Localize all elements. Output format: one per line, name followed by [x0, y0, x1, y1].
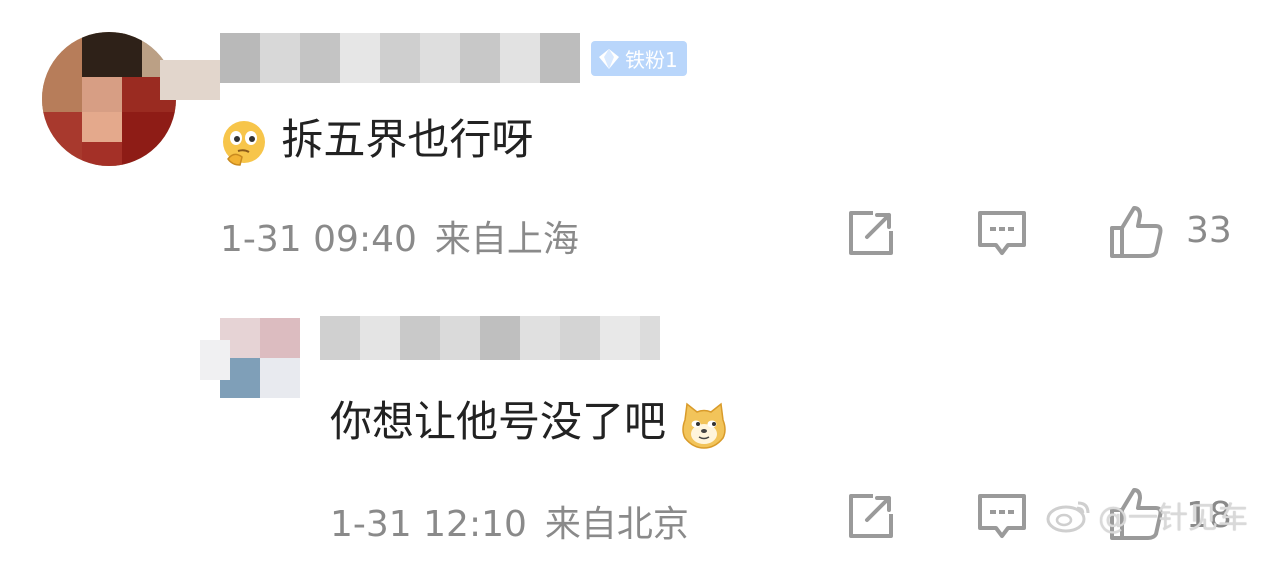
thinking-face-emoji [223, 120, 265, 166]
share-icon[interactable] [845, 490, 897, 542]
reply-avatar[interactable] [220, 318, 300, 398]
reply-text: 你想让他号没了吧 [330, 397, 667, 446]
thumbs-up-icon[interactable] [1108, 204, 1164, 260]
reply-time: 1-31 12:10 [330, 504, 527, 545]
watermark-text: @一针见车 [1098, 501, 1248, 536]
username-overflow-blur [160, 60, 220, 100]
badge-label: 铁粉1 [625, 48, 678, 72]
watermark: @一针见车 [1046, 493, 1248, 537]
reply-avatar-blur [200, 340, 230, 380]
reply-username[interactable] [320, 316, 660, 360]
comment-icon[interactable] [976, 207, 1028, 259]
comment-icon[interactable] [976, 490, 1028, 542]
comment-meta: 1-31 09:40 来自上海 [220, 210, 597, 262]
comment-location: 来自上海 [434, 219, 579, 260]
fan-badge: 铁粉1 [591, 41, 687, 76]
avatar[interactable] [42, 32, 176, 166]
like-count: 33 [1186, 210, 1232, 251]
reply-meta: 1-31 12:10 来自北京 [330, 495, 707, 547]
comment-time: 1-31 09:40 [220, 219, 417, 260]
comment-text: 拆五界也行呀 [281, 115, 534, 164]
comment-text-row: 拆五界也行呀 [220, 106, 533, 167]
username[interactable] [220, 33, 580, 83]
reply-text-row: 你想让他号没了吧 [330, 388, 729, 450]
share-icon[interactable] [845, 207, 897, 259]
diamond-icon [599, 48, 619, 69]
weibo-logo-icon [1046, 501, 1090, 533]
doge-emoji [682, 402, 727, 449]
reply-location: 来自北京 [544, 504, 689, 545]
